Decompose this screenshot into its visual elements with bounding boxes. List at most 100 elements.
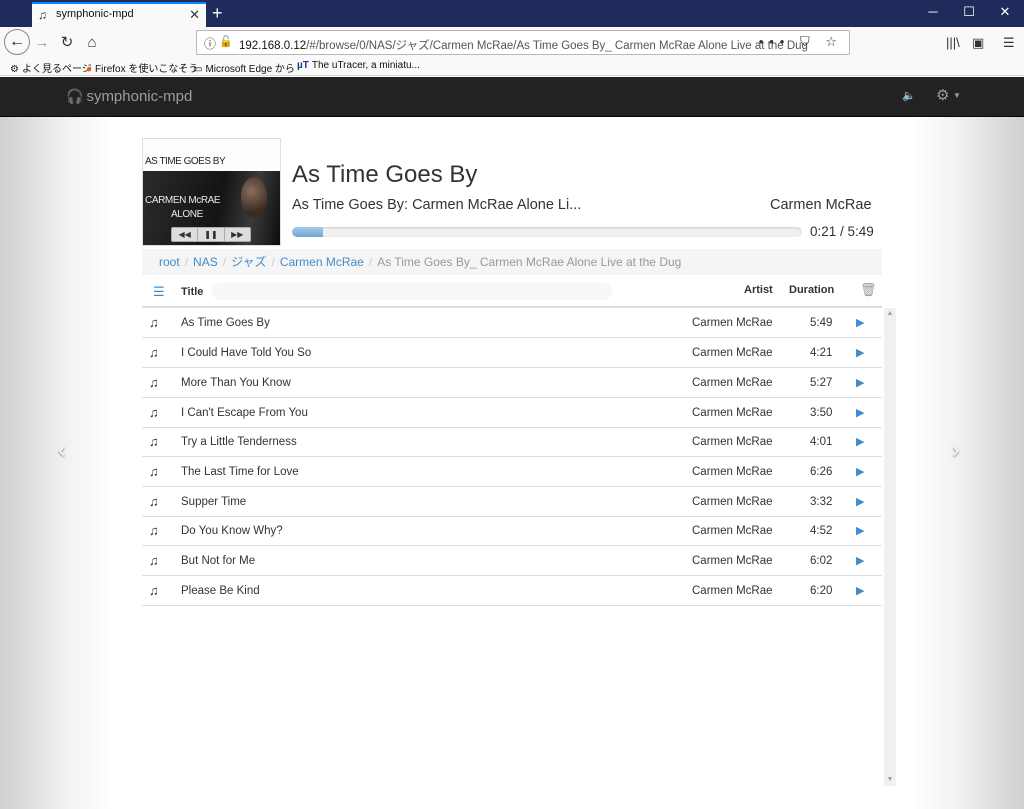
scroll-up-icon[interactable]: ▲ (884, 308, 896, 320)
track-artist: Carmen McRae (692, 466, 773, 478)
breadcrumb-separator: / (184, 255, 189, 269)
track-row[interactable]: ♫ I Can't Escape From You Carmen McRae 3:50… (142, 398, 882, 428)
close-window-icon[interactable]: ✕ (990, 4, 1020, 20)
site-info-icon[interactable]: ⓘ (204, 35, 216, 52)
tab-title: symphonic-mpd (56, 8, 134, 20)
song-title: As Time Goes By (292, 161, 478, 188)
track-row[interactable]: ♫ As Time Goes By Carmen McRae 5:49 ▶ (142, 308, 882, 338)
bookmarks-bar: ⚙ よく見るページ ● Firefox を使いこなそう ▭ Microsoft Edg… (0, 58, 1024, 76)
cover-portrait (241, 177, 267, 217)
bookmark-firefox[interactable]: ● Firefox を使いこなそう (86, 60, 198, 75)
track-row[interactable]: ♫ Please Be Kind Carmen McRae 6:20 ▶ (142, 576, 882, 606)
cover-artist: CARMEN McRAE (145, 195, 221, 206)
brand-link[interactable]: 🎧 symphonic-mpd (66, 88, 192, 105)
page-actions-icon[interactable]: ••• ⛉ ☆ (759, 34, 843, 50)
maximize-icon[interactable]: ☐ (954, 4, 984, 20)
play-icon[interactable]: ▶ (856, 376, 864, 389)
chevron-right-icon[interactable]: › (952, 437, 959, 463)
page-favicon-icon: ♫ (38, 8, 47, 22)
track-duration: 3:32 (810, 496, 833, 508)
scroll-down-icon[interactable]: ▼ (884, 774, 896, 786)
track-row[interactable]: ♫ But Not for Me Carmen McRae 6:02 ▶ (142, 546, 882, 576)
track-row[interactable]: ♫ The Last Time for Love Carmen McRae 6:26 ▶ (142, 457, 882, 487)
track-row[interactable]: ♫ Do You Know Why? Carmen McRae 4:52 ▶ (142, 516, 882, 546)
elapsed-time: 0:21 / 5:49 (810, 224, 874, 239)
bookmark-edge-folder[interactable]: ▭ Microsoft Edge から (193, 60, 295, 75)
trash-icon[interactable]: 🗑 (860, 282, 877, 298)
track-artist: Carmen McRae (692, 496, 773, 508)
breadcrumb-separator: / (368, 255, 373, 269)
track-duration: 6:02 (810, 555, 833, 567)
track-list: ♫ As Time Goes By Carmen McRae 5:49 ▶ ♫ I Cou… (142, 308, 896, 786)
pause-icon[interactable]: ❚❚ (198, 228, 225, 241)
close-tab-icon[interactable]: ✕ (189, 7, 200, 23)
minimize-icon[interactable]: ─ (918, 4, 948, 19)
menu-icon[interactable]: ☰ (1003, 35, 1015, 51)
track-duration: 4:01 (810, 436, 833, 448)
caret-down-icon[interactable]: ▼ (953, 91, 961, 100)
play-icon[interactable]: ▶ (856, 465, 864, 478)
artist-name: Carmen McRae (770, 197, 872, 213)
play-icon[interactable]: ▶ (856, 316, 864, 329)
track-row[interactable]: ♫ Supper Time Carmen McRae 3:32 ▶ (142, 487, 882, 517)
track-row[interactable]: ♫ I Could Have Told You So Carmen McRae 4:2… (142, 338, 882, 368)
breadcrumb-nas[interactable]: NAS (193, 255, 218, 269)
play-icon[interactable]: ▶ (856, 435, 864, 448)
gear-icon[interactable]: ⚙ (936, 86, 949, 104)
play-icon[interactable]: ▶ (856, 584, 864, 597)
bookmark-utracer[interactable]: µT The uTracer, a miniatu... (297, 60, 420, 71)
playlist-scrollbar[interactable]: ▲ ▼ (884, 308, 896, 786)
breadcrumb-separator: / (222, 255, 227, 269)
breadcrumb-root[interactable]: root (159, 255, 180, 269)
column-artist[interactable]: Artist (744, 284, 773, 296)
album-cover: AS TIME GOES BY CARMEN McRAE ALONE ◀◀ ❚❚… (142, 138, 281, 246)
play-icon[interactable]: ▶ (856, 406, 864, 419)
track-artist: Carmen McRae (692, 585, 773, 597)
reload-icon[interactable]: ↻ (56, 32, 78, 54)
filter-input[interactable] (212, 283, 612, 300)
track-row[interactable]: ♫ More Than You Know Carmen McRae 5:27 ▶ (142, 368, 882, 398)
forward-arrow-icon[interactable]: → (31, 32, 53, 54)
next-icon[interactable]: ▶▶ (225, 228, 250, 241)
column-duration[interactable]: Duration (789, 284, 834, 296)
library-icon[interactable]: |||\ (946, 35, 960, 50)
track-title: Please Be Kind (181, 585, 260, 597)
sidebar-icon[interactable]: ▣ (972, 35, 984, 51)
music-note-icon: ♫ (149, 494, 159, 509)
progress-bar[interactable] (292, 227, 802, 237)
breadcrumb-artist[interactable]: Carmen McRae (280, 255, 364, 269)
play-icon[interactable]: ▶ (856, 346, 864, 359)
bookmark-most-visited[interactable]: ⚙ よく見るページ (10, 60, 92, 75)
browser-tab[interactable]: ♫ symphonic-mpd ✕ (32, 2, 206, 27)
volume-icon[interactable]: 🔈 (902, 89, 916, 102)
insecure-lock-icon[interactable]: 🔓 (219, 35, 233, 48)
home-icon[interactable]: ⌂ (81, 32, 103, 54)
url-text: 192.168.0.12/#/browse/0/NAS/ジャズ/Carmen M… (239, 40, 808, 52)
track-duration: 4:21 (810, 347, 833, 359)
track-duration: 4:52 (810, 525, 833, 537)
breadcrumb: root / NAS / ジャズ / Carmen McRae / As Time Goes B… (142, 249, 882, 275)
previous-icon[interactable]: ◀◀ (172, 228, 199, 241)
new-tab-icon[interactable]: + (212, 3, 223, 23)
play-icon[interactable]: ▶ (856, 495, 864, 508)
browser-toolbar: ← → ↻ ⌂ ⓘ 🔓 192.168.0.12/#/browse/0/NAS/… (0, 27, 1024, 58)
list-icon[interactable]: ☰ (153, 284, 165, 300)
back-arrow-icon[interactable]: ← (4, 29, 30, 55)
music-note-icon: ♫ (149, 583, 159, 598)
music-note-icon: ♫ (149, 434, 159, 449)
breadcrumb-jazz[interactable]: ジャズ (231, 255, 266, 269)
column-title[interactable]: Title (181, 286, 203, 298)
track-title: I Can't Escape From You (181, 407, 308, 419)
cover-title: AS TIME GOES BY (145, 156, 226, 167)
browser-titlebar: ♫ symphonic-mpd ✕ + ─ ☐ ✕ (0, 0, 1024, 27)
play-icon[interactable]: ▶ (856, 554, 864, 567)
utracer-icon: µT (297, 60, 309, 71)
app-navbar: 🎧 symphonic-mpd 🔈 ⚙ ▼ (0, 77, 1024, 117)
track-artist: Carmen McRae (692, 347, 773, 359)
track-row[interactable]: ♫ Try a Little Tenderness Carmen McRae 4:01… (142, 427, 882, 457)
music-note-icon: ♫ (149, 315, 159, 330)
chevron-left-icon[interactable]: ‹ (58, 437, 65, 463)
url-bar[interactable]: ⓘ 🔓 192.168.0.12/#/browse/0/NAS/ジャズ/Carm… (196, 30, 850, 55)
music-note-icon: ♫ (149, 464, 159, 479)
play-icon[interactable]: ▶ (856, 524, 864, 537)
